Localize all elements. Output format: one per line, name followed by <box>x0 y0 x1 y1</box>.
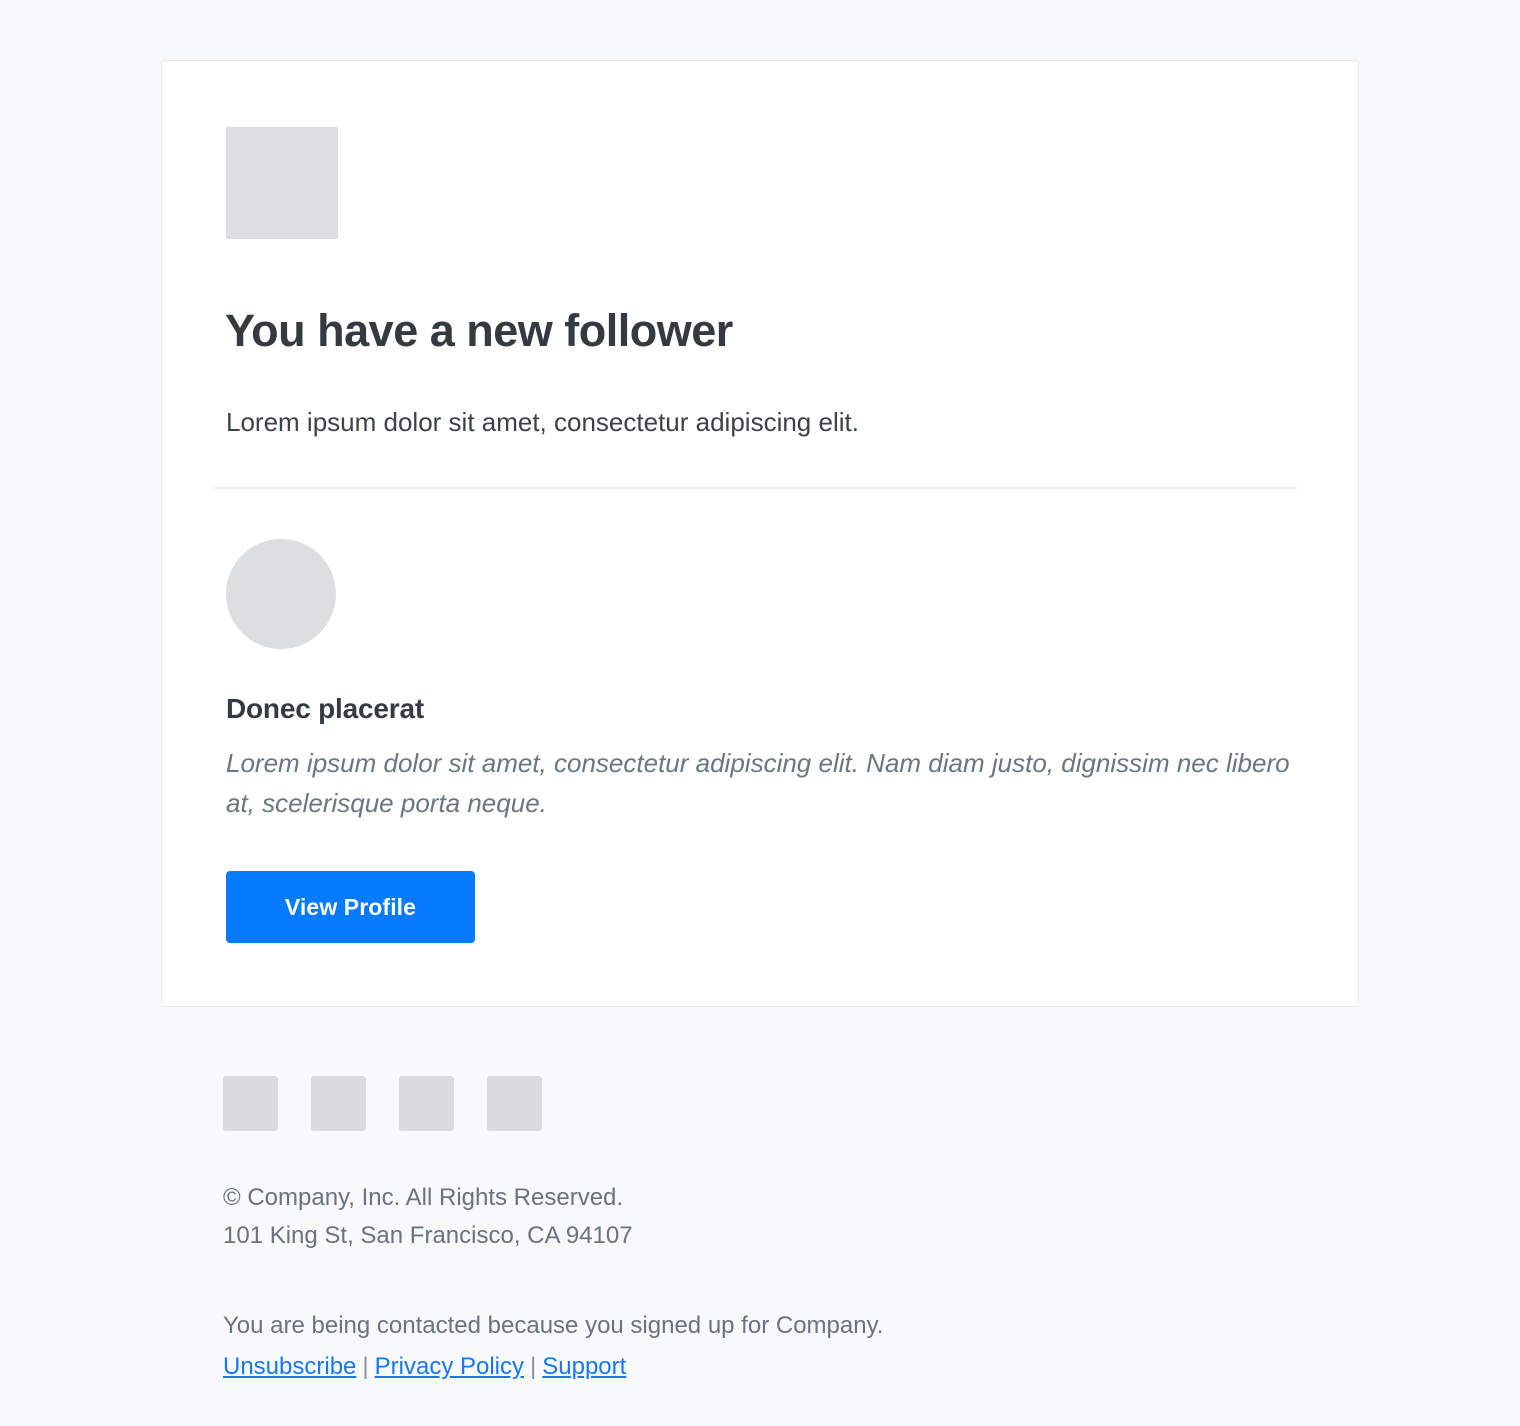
intro-text: Lorem ipsum dolor sit amet, consectetur … <box>226 407 859 437</box>
page-title: You have a new follower <box>225 305 733 356</box>
email-footer: © Company, Inc. All Rights Reserved. 101… <box>223 1076 1323 1386</box>
link-separator-1: | <box>362 1352 369 1380</box>
social-icon-3[interactable] <box>399 1076 454 1131</box>
social-icon-2[interactable] <box>311 1076 366 1131</box>
social-links-row <box>223 1076 1323 1131</box>
avatar <box>226 539 336 649</box>
logo-placeholder-icon <box>226 127 338 239</box>
legal-block: © Company, Inc. All Rights Reserved. 101… <box>223 1179 1323 1255</box>
footer-links: Unsubscribe | Privacy Policy | Support <box>223 1348 1323 1386</box>
social-icon-4[interactable] <box>487 1076 542 1131</box>
section-divider <box>213 487 1297 489</box>
contact-reason-text: You are being contacted because you sign… <box>223 1311 884 1339</box>
contact-block: You are being contacted because you sign… <box>223 1307 1323 1386</box>
follower-name: Donec placerat <box>226 693 424 724</box>
unsubscribe-link[interactable]: Unsubscribe <box>223 1353 356 1380</box>
link-separator-2: | <box>530 1352 537 1380</box>
email-preview-page: You have a new follower Lorem ipsum dolo… <box>0 0 1520 1426</box>
privacy-policy-link[interactable]: Privacy Policy <box>375 1353 524 1380</box>
email-card: You have a new follower Lorem ipsum dolo… <box>161 60 1359 1007</box>
view-profile-button[interactable]: View Profile <box>226 871 475 943</box>
support-link[interactable]: Support <box>542 1353 626 1380</box>
address-text: 101 King St, San Francisco, CA 94107 <box>223 1221 633 1249</box>
copyright-text: © Company, Inc. All Rights Reserved. <box>223 1184 624 1211</box>
follower-bio: Lorem ipsum dolor sit amet, consectetur … <box>226 748 1290 819</box>
social-icon-1[interactable] <box>223 1076 278 1131</box>
